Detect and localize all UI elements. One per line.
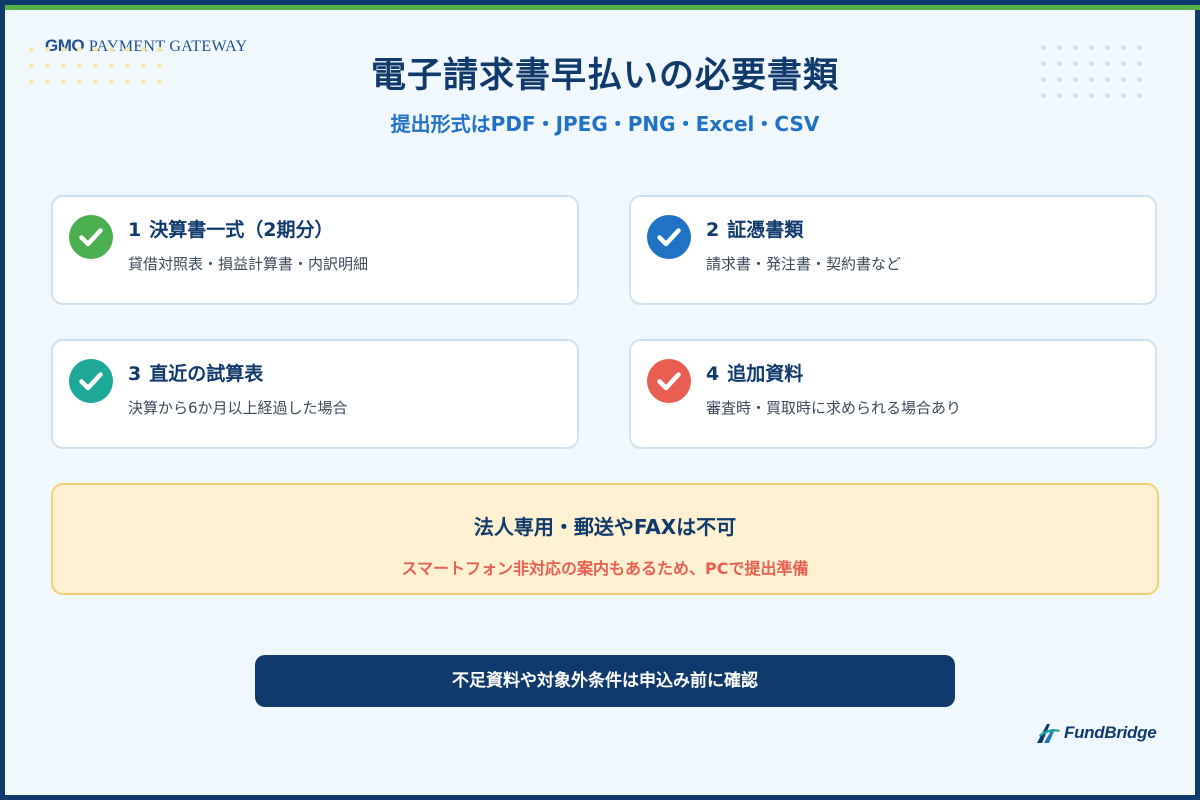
check-circle-icon <box>69 215 113 259</box>
card-description: 決算から6か月以上経過した場合 <box>128 399 348 417</box>
card-number: 3 <box>128 363 142 385</box>
page-title: 電子請求書早払いの必要書類 <box>370 56 839 96</box>
card-number: 2 <box>706 219 720 241</box>
check-circle-icon <box>647 215 691 259</box>
notice-title: 法人専用・郵送やFAXは不可 <box>473 515 737 539</box>
card-number: 4 <box>706 363 720 385</box>
fundbridge-bridge-icon <box>1037 724 1060 743</box>
notice-box: 法人専用・郵送やFAXは不可 スマートフォン非対応の案内もあるため、PCで提出準… <box>51 483 1159 595</box>
fundbridge-logo: FundBridge <box>1035 721 1157 745</box>
card-number: 1 <box>128 219 142 241</box>
check-circle-icon <box>647 359 691 403</box>
card-title: 2 証憑書類 <box>706 215 803 242</box>
document-card-1: 1 決算書一式（2期分） 貸借対照表・損益計算書・内訳明細 <box>51 195 579 305</box>
card-title-text: 決算書一式（2期分） <box>149 219 334 241</box>
document-card-2: 2 証憑書類 請求書・発注書・契約書など <box>629 195 1157 305</box>
infographic-frame: GMO PAYMENT GATEWAY 電子請求書早払いの必要書類 提出形式はP… <box>0 0 1200 800</box>
page-subtitle: 提出形式はPDF・JPEG・PNG・Excel・CSV <box>390 112 820 136</box>
card-description: 貸借対照表・損益計算書・内訳明細 <box>128 255 369 273</box>
card-title-text: 直近の試算表 <box>149 363 264 385</box>
card-title: 4 追加資料 <box>706 359 803 386</box>
card-title-text: 追加資料 <box>727 363 804 385</box>
confirm-banner: 不足資料や対象外条件は申込み前に確認 <box>255 655 955 707</box>
card-title: 3 直近の試算表 <box>128 359 263 386</box>
document-card-4: 4 追加資料 審査時・買取時に求められる場合あり <box>629 339 1157 449</box>
top-accent-bar <box>5 5 1200 10</box>
card-title: 1 決算書一式（2期分） <box>128 215 333 242</box>
check-circle-icon <box>69 359 113 403</box>
document-card-3: 3 直近の試算表 決算から6か月以上経過した場合 <box>51 339 579 449</box>
notice-subtitle: スマートフォン非対応の案内もあるため、PCで提出準備 <box>401 559 809 578</box>
card-description: 請求書・発注書・契約書など <box>706 255 902 273</box>
card-title-text: 証憑書類 <box>727 219 804 241</box>
fundbridge-logo-text: FundBridge <box>1064 723 1157 742</box>
card-description: 審査時・買取時に求められる場合あり <box>706 399 962 417</box>
